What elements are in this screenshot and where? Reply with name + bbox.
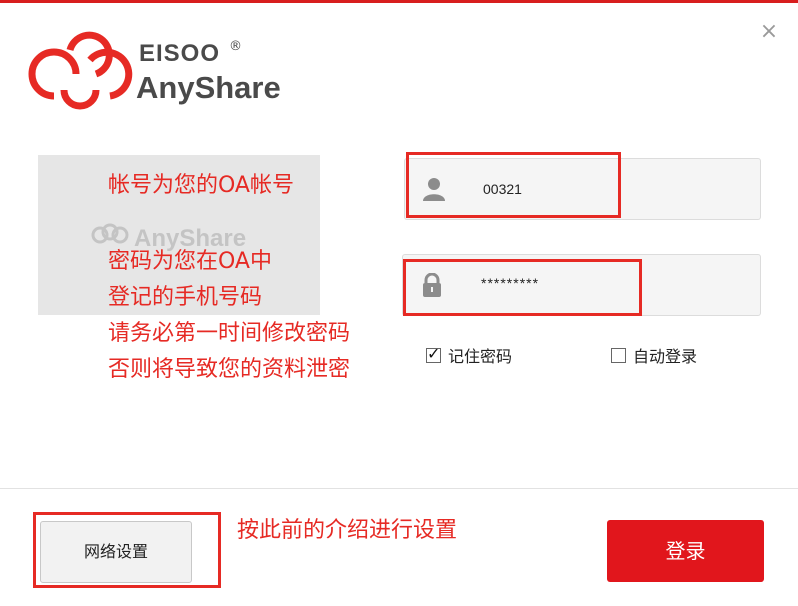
network-annotation: 按此前的介绍进行设置: [237, 518, 458, 543]
logo-brand-anyshare: AnyShare: [136, 70, 281, 105]
close-icon[interactable]: ×: [759, 21, 779, 43]
logo-brand-eisoo: EISOO: [139, 40, 221, 67]
auto-login-label: 自动登录: [633, 347, 698, 366]
remember-password-label: 记住密码: [448, 347, 513, 366]
watermark-logo-icon: [91, 223, 129, 244]
password-annotation-line-2: 登记的手机号码: [108, 285, 263, 310]
app-logo: EISOO ® AnyShare: [24, 30, 304, 115]
password-annotation-line-4: 否则将导致您的资料泄密: [108, 357, 351, 382]
network-settings-highlight: [33, 512, 221, 588]
cloud-logo-icon: [28, 31, 133, 110]
checkbox-unchecked-icon[interactable]: [611, 347, 626, 363]
window-top-accent: [0, 0, 798, 3]
login-button[interactable]: 登录: [607, 520, 764, 582]
username-highlight: [406, 152, 621, 218]
password-highlight: [403, 259, 642, 316]
remember-password-checkbox[interactable]: 记住密码: [426, 343, 512, 367]
auto-login-checkbox[interactable]: 自动登录: [611, 343, 697, 367]
account-annotation: 帐号为您的OA帐号: [108, 173, 294, 198]
registered-mark: ®: [229, 39, 242, 54]
checkbox-checked-icon[interactable]: [426, 344, 441, 363]
password-annotation-line-3: 请务必第一时间修改密码: [108, 321, 351, 346]
password-annotation-line-1: 密码为您在OA中: [108, 249, 272, 274]
footer-divider: [0, 488, 798, 489]
